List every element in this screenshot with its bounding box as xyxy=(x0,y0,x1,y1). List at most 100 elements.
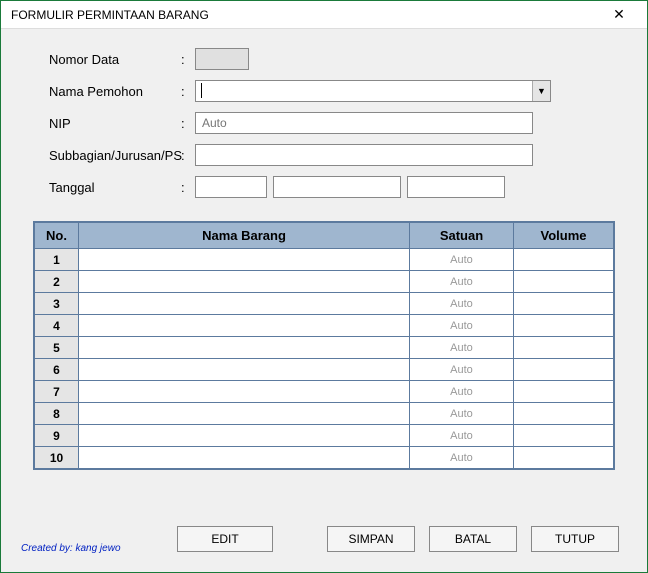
combo-dropdown-button[interactable]: ▼ xyxy=(532,81,550,101)
cell-satuan: Auto xyxy=(410,447,514,469)
volume-input[interactable] xyxy=(514,403,613,424)
nama-barang-input[interactable] xyxy=(79,271,409,292)
nama-barang-input[interactable] xyxy=(79,381,409,402)
cell-satuan: Auto xyxy=(410,293,514,315)
label-subbagian: Subbagian/Jurusan/PS xyxy=(21,148,181,163)
nama-pemohon-input[interactable] xyxy=(195,80,551,102)
cell-volume xyxy=(514,381,614,403)
credit-text: Created by: kang jewo xyxy=(21,543,121,554)
cell-nama xyxy=(79,249,410,271)
text-cursor xyxy=(201,83,202,98)
nama-barang-input[interactable] xyxy=(79,249,409,270)
nama-barang-input[interactable] xyxy=(79,403,409,424)
cell-satuan: Auto xyxy=(410,425,514,447)
header-volume: Volume xyxy=(514,223,614,249)
cell-no: 3 xyxy=(35,293,79,315)
batal-button[interactable]: BATAL xyxy=(429,526,517,552)
tanggal-field-2[interactable] xyxy=(273,176,401,198)
cell-nama xyxy=(79,271,410,293)
volume-input[interactable] xyxy=(514,293,613,314)
volume-input[interactable] xyxy=(514,271,613,292)
app-window: FORMULIR PERMINTAAN BARANG ✕ Nomor Data … xyxy=(0,0,648,573)
label-nama-pemohon: Nama Pemohon xyxy=(21,84,181,99)
nama-barang-input[interactable] xyxy=(79,293,409,314)
colon: : xyxy=(181,148,195,163)
cell-satuan: Auto xyxy=(410,249,514,271)
subbagian-field[interactable] xyxy=(195,144,533,166)
content-area: Nomor Data : Nama Pemohon : ▼ NIP : xyxy=(1,29,647,572)
volume-input[interactable] xyxy=(514,249,613,270)
table-row: 10 Auto xyxy=(35,447,614,469)
cell-volume xyxy=(514,293,614,315)
cell-no: 10 xyxy=(35,447,79,469)
nama-barang-input[interactable] xyxy=(79,315,409,336)
cell-no: 6 xyxy=(35,359,79,381)
table-row: 3 Auto xyxy=(35,293,614,315)
label-nomor-data: Nomor Data xyxy=(21,52,181,67)
row-subbagian: Subbagian/Jurusan/PS : xyxy=(21,143,627,167)
chevron-down-icon: ▼ xyxy=(537,86,546,96)
simpan-button[interactable]: SIMPAN xyxy=(327,526,415,552)
close-button[interactable]: ✕ xyxy=(599,2,639,28)
header-satuan: Satuan xyxy=(410,223,514,249)
cell-no: 8 xyxy=(35,403,79,425)
volume-input[interactable] xyxy=(514,447,613,468)
cell-volume xyxy=(514,447,614,469)
row-tanggal: Tanggal : xyxy=(21,175,627,199)
cell-no: 9 xyxy=(35,425,79,447)
edit-button[interactable]: EDIT xyxy=(177,526,273,552)
cell-no: 1 xyxy=(35,249,79,271)
row-nama-pemohon: Nama Pemohon : ▼ xyxy=(21,79,627,103)
cell-no: 7 xyxy=(35,381,79,403)
table-row: 2 Auto xyxy=(35,271,614,293)
tanggal-field-3[interactable] xyxy=(407,176,505,198)
table-row: 7Auto xyxy=(35,381,614,403)
cell-satuan: Auto xyxy=(410,271,514,293)
header-no: No. xyxy=(35,223,79,249)
volume-input[interactable] xyxy=(514,359,613,380)
volume-input[interactable] xyxy=(514,425,613,446)
cell-nama xyxy=(79,403,410,425)
close-icon: ✕ xyxy=(613,6,625,23)
nama-barang-input[interactable] xyxy=(79,359,409,380)
titlebar: FORMULIR PERMINTAAN BARANG ✕ xyxy=(1,1,647,29)
colon: : xyxy=(181,180,195,195)
cell-no: 5 xyxy=(35,337,79,359)
button-row: EDIT SIMPAN BATAL TUTUP xyxy=(177,526,619,552)
cell-nama xyxy=(79,337,410,359)
cell-volume xyxy=(514,249,614,271)
nama-barang-input[interactable] xyxy=(79,447,409,468)
nama-barang-input[interactable] xyxy=(79,425,409,446)
cell-no: 2 xyxy=(35,271,79,293)
cell-nama xyxy=(79,293,410,315)
nama-barang-input[interactable] xyxy=(79,337,409,358)
nomor-data-field[interactable] xyxy=(195,48,249,70)
label-nip: NIP xyxy=(21,116,181,131)
tanggal-field-1[interactable] xyxy=(195,176,267,198)
cell-no: 4 xyxy=(35,315,79,337)
volume-input[interactable] xyxy=(514,315,613,336)
table-row: 9 Auto xyxy=(35,425,614,447)
cell-satuan: Auto xyxy=(410,337,514,359)
nip-field[interactable] xyxy=(195,112,533,134)
table-header-row: No. Nama Barang Satuan Volume xyxy=(35,223,614,249)
table-row: 6Auto xyxy=(35,359,614,381)
cell-volume xyxy=(514,337,614,359)
colon: : xyxy=(181,52,195,67)
table-row: 4 Auto xyxy=(35,315,614,337)
table-row: 8Auto xyxy=(35,403,614,425)
row-nip: NIP : xyxy=(21,111,627,135)
row-nomor-data: Nomor Data : xyxy=(21,47,627,71)
cell-volume xyxy=(514,271,614,293)
volume-input[interactable] xyxy=(514,337,613,358)
nama-pemohon-combo[interactable]: ▼ xyxy=(195,80,551,102)
colon: : xyxy=(181,84,195,99)
header-nama: Nama Barang xyxy=(79,223,410,249)
table-row: 1 Auto xyxy=(35,249,614,271)
cell-nama xyxy=(79,359,410,381)
items-table: No. Nama Barang Satuan Volume 1 Auto 2 Auto… xyxy=(34,222,614,469)
cell-satuan: Auto xyxy=(410,315,514,337)
cell-nama xyxy=(79,447,410,469)
volume-input[interactable] xyxy=(514,381,613,402)
tutup-button[interactable]: TUTUP xyxy=(531,526,619,552)
